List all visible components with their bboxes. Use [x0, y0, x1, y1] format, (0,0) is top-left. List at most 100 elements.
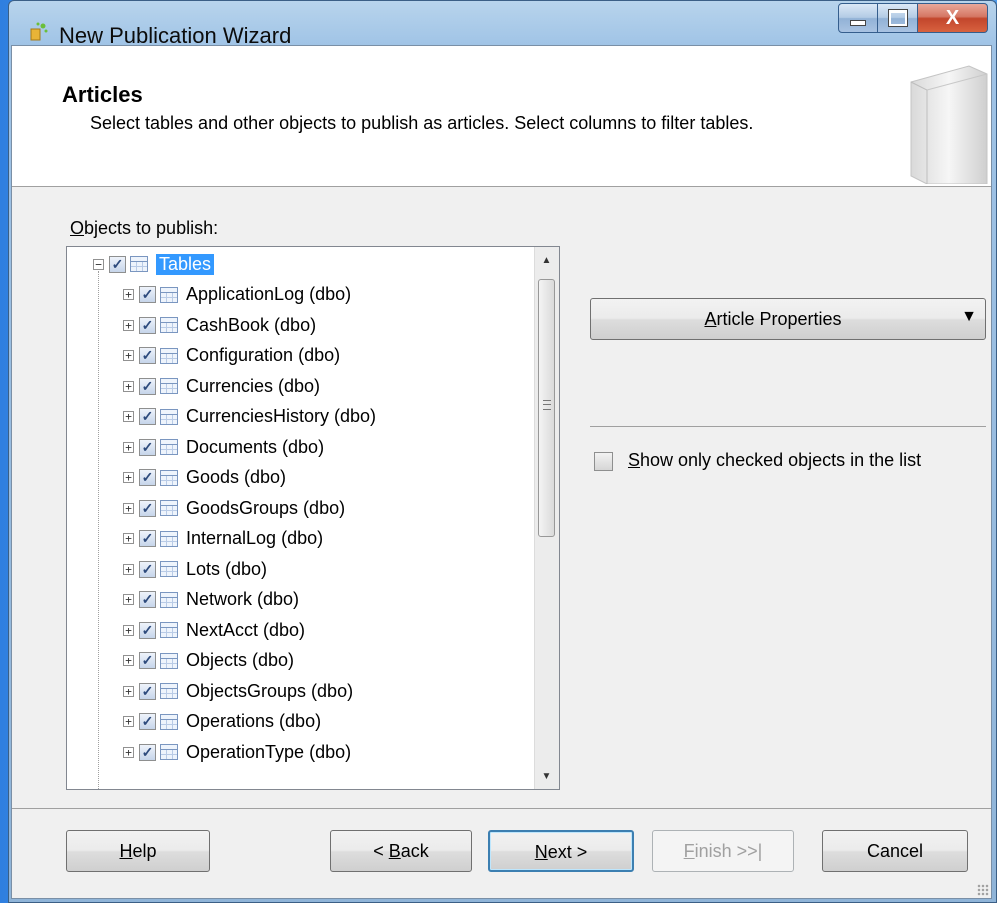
- tree-checkbox[interactable]: ✓: [139, 286, 156, 303]
- maximize-button[interactable]: [878, 3, 918, 33]
- table-icon: [160, 744, 178, 760]
- plus-expander-icon[interactable]: +: [123, 716, 134, 727]
- page-title: Articles: [62, 82, 143, 107]
- plus-expander-icon[interactable]: +: [123, 655, 134, 666]
- plus-expander-icon[interactable]: +: [123, 411, 134, 422]
- tree-checkbox[interactable]: ✓: [139, 621, 156, 639]
- title-bar[interactable]: New Publication Wizard X: [9, 1, 996, 48]
- finish-button[interactable]: Finish >>|: [652, 830, 794, 872]
- plus-expander-icon[interactable]: +: [123, 685, 134, 697]
- plus-expander-icon[interactable]: +: [123, 563, 134, 575]
- tree-checkbox[interactable]: ✓: [139, 347, 156, 364]
- table-icon: [160, 408, 178, 425]
- back-button[interactable]: < Back: [330, 830, 472, 872]
- table-icon: [160, 378, 178, 394]
- plus-expander-icon[interactable]: +: [123, 319, 134, 331]
- footer-divider: [12, 808, 991, 809]
- tree-item[interactable]: + ✓ Objects (dbo): [123, 646, 294, 676]
- cancel-button[interactable]: Cancel: [822, 830, 968, 872]
- tree-item[interactable]: + ✓ CurrenciesHistory (dbo): [123, 402, 376, 432]
- help-button[interactable]: Help: [66, 830, 210, 872]
- minus-expander-icon[interactable]: −: [93, 258, 104, 270]
- plus-expander-icon[interactable]: +: [123, 472, 134, 483]
- show-only-checkbox[interactable]: [594, 452, 613, 471]
- tree-checkbox[interactable]: ✓: [139, 713, 156, 730]
- scroll-up-icon[interactable]: ▲: [535, 247, 558, 273]
- objects-tree[interactable]: ▲ ▼ − ✓ Tables + ✓ ApplicationLog (dbo) + ✓ Cash…: [66, 246, 560, 790]
- tree-checkbox[interactable]: ✓: [139, 408, 156, 425]
- tree-checkbox[interactable]: ✓: [139, 743, 156, 761]
- tree-vertical-scrollbar[interactable]: ▲ ▼: [534, 247, 559, 789]
- help-accel: H: [119, 841, 133, 861]
- tree-checkbox[interactable]: ✓: [139, 499, 156, 517]
- plus-expander-icon[interactable]: +: [123, 350, 134, 361]
- tree-item[interactable]: + ✓ Configuration (dbo): [123, 341, 340, 371]
- tree-label: Goods (dbo): [186, 467, 287, 487]
- scroll-down-icon[interactable]: ▼: [535, 763, 558, 789]
- ap-rest: rticle Properties: [716, 309, 842, 329]
- tree-label: Currencies (dbo): [186, 375, 321, 396]
- next-button[interactable]: Next >: [488, 830, 634, 872]
- tree-label: OperationType (dbo): [186, 741, 352, 762]
- tree-item[interactable]: + ✓ Network (dbo): [123, 585, 299, 615]
- tree-item[interactable]: + ✓ ObjectsGroups (dbo): [123, 676, 353, 706]
- tree-item[interactable]: + ✓ OperationType (dbo): [123, 737, 351, 767]
- show-only-label[interactable]: Show only checked objects in the list: [628, 450, 958, 471]
- table-icon: [160, 530, 178, 547]
- label-rest: bjects to publish:: [84, 218, 219, 238]
- tree-label: CashBook (dbo): [186, 314, 317, 335]
- table-icon: [160, 713, 178, 730]
- tree-checkbox[interactable]: ✓: [139, 316, 156, 334]
- plus-expander-icon[interactable]: +: [123, 746, 134, 758]
- tree-checkbox[interactable]: ✓: [139, 438, 156, 456]
- tree-item[interactable]: + ✓ NextAcct (dbo): [123, 615, 305, 645]
- scroll-thumb[interactable]: [538, 279, 555, 537]
- tree-checkbox[interactable]: ✓: [139, 591, 156, 608]
- label-accelerator: O: [70, 218, 85, 238]
- tree-label: CurrenciesHistory (dbo): [186, 406, 377, 426]
- minimize-button[interactable]: [838, 3, 878, 33]
- table-icon: [160, 286, 178, 303]
- tree-checkbox[interactable]: ✓: [139, 377, 156, 395]
- tree-checkbox[interactable]: ✓: [139, 652, 156, 669]
- plus-expander-icon[interactable]: +: [123, 289, 134, 300]
- plus-expander-icon[interactable]: +: [123, 502, 134, 514]
- table-icon: [160, 469, 178, 486]
- plus-expander-icon[interactable]: +: [123, 594, 134, 605]
- tree-checkbox[interactable]: ✓: [139, 530, 156, 547]
- tree-root-tables[interactable]: − ✓ Tables: [93, 249, 215, 279]
- tree-item[interactable]: + ✓ Documents (dbo): [123, 432, 324, 462]
- tree-checkbox[interactable]: ✓: [139, 560, 156, 578]
- tree-item[interactable]: + ✓ InternalLog (dbo): [123, 524, 323, 554]
- maximize-icon: [888, 10, 907, 26]
- plus-expander-icon[interactable]: +: [123, 380, 134, 392]
- wizard-header: Articles Select tables and other objects…: [12, 46, 991, 187]
- tree-checkbox[interactable]: ✓: [139, 682, 156, 700]
- plus-expander-icon[interactable]: +: [123, 624, 134, 636]
- tree-item[interactable]: + ✓ Lots (dbo): [123, 554, 267, 584]
- tree-item[interactable]: + ✓ CashBook (dbo): [123, 310, 316, 340]
- tree-label: ApplicationLog (dbo): [186, 284, 352, 304]
- next-rest: ext >: [547, 842, 588, 862]
- plus-expander-icon[interactable]: +: [123, 533, 134, 544]
- tree-item[interactable]: + ✓ Operations (dbo): [123, 707, 321, 737]
- article-properties-label: Article Properties: [591, 309, 955, 330]
- article-properties-button[interactable]: Article Properties ▼: [590, 298, 986, 340]
- tree-label: Tables: [156, 253, 215, 275]
- tree-item[interactable]: + ✓ Currencies (dbo): [123, 371, 320, 401]
- tree-label: Documents (dbo): [186, 436, 325, 457]
- plus-expander-icon[interactable]: +: [123, 441, 134, 453]
- so-rest: how only checked objects in the list: [640, 450, 922, 470]
- help-rest: elp: [132, 841, 157, 861]
- resize-grip-icon[interactable]: [977, 884, 989, 896]
- tree-item[interactable]: + ✓ ApplicationLog (dbo): [123, 280, 351, 310]
- tree-checkbox[interactable]: ✓: [139, 469, 156, 486]
- close-button[interactable]: X: [918, 3, 988, 33]
- tree-connector-line: [98, 271, 99, 789]
- table-icon: [160, 591, 178, 608]
- tree-label: Lots (dbo): [186, 558, 268, 579]
- tree-checkbox[interactable]: ✓: [109, 255, 126, 273]
- tree-item[interactable]: + ✓ Goods (dbo): [123, 463, 286, 493]
- tree-label: Objects (dbo): [186, 650, 295, 670]
- tree-item[interactable]: + ✓ GoodsGroups (dbo): [123, 493, 345, 523]
